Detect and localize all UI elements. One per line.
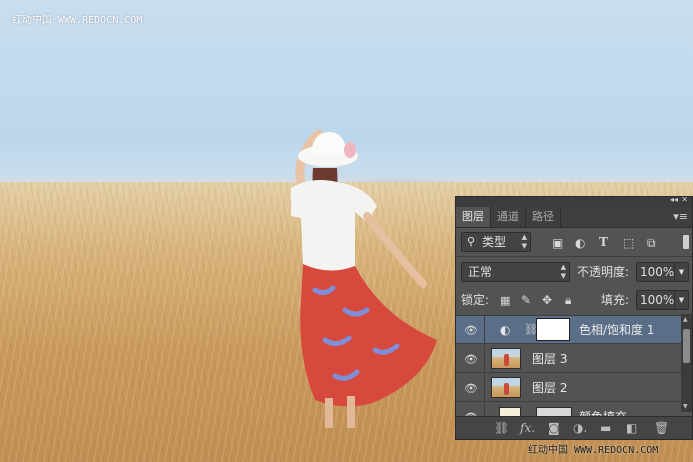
fill-field[interactable]: 100% ▼	[636, 290, 689, 310]
layers-scrollbar[interactable]: ▲ ▼	[681, 314, 692, 412]
fx-icon[interactable]: fx.	[520, 421, 535, 435]
layer-name: 图层 3	[532, 352, 568, 366]
eye-icon[interactable]: 👁︎	[464, 324, 478, 337]
panel-title-bar[interactable]: ◂◂ ✕	[456, 197, 692, 207]
watermark-top: 红动中国 WWW.REDOCN.COM	[12, 15, 143, 26]
mask-icon[interactable]: ◙	[548, 421, 560, 435]
lock-all-icon[interactable]: 🔒︎	[565, 293, 571, 307]
filter-row: ⚲ 类型 ▲ ▼ ▣ ◐ T ⬚ ⧉	[456, 228, 692, 256]
panel-tabs: 图层 通道 路径 ▾≡	[456, 207, 692, 228]
layer-thumbnail	[491, 377, 521, 398]
eye-icon[interactable]: 👁︎	[464, 382, 478, 395]
woman-figure	[291, 129, 437, 428]
chevron-down-icon[interactable]: ▼	[674, 291, 688, 309]
layers-panel: ◂◂ ✕ 图层 通道 路径 ▾≡ ⚲ 类型 ▲ ▼ ▣ ◐ T ⬚ ⧉ 正常 ▲ ▼…	[455, 196, 693, 440]
adjustment-icon[interactable]: ◑.	[573, 421, 587, 435]
fill-label: 填充:	[601, 293, 630, 307]
adjustment-layer-icon: ◐	[500, 323, 511, 337]
layer-name: 色相/饱和度 1	[579, 323, 655, 337]
select-arrows-icon: ▲ ▼	[560, 263, 566, 280]
search-icon: ⚲	[467, 235, 476, 248]
type-filter-icon[interactable]: T	[599, 235, 608, 249]
layer-thumbnail	[491, 348, 521, 369]
tab-channels[interactable]: 通道	[491, 207, 526, 227]
link-icon[interactable]: ⛓︎	[494, 421, 509, 435]
layers-list: 👁︎ ◐ ⛓︎ 色相/饱和度 1 👁︎ 图层 3 👁︎ 图层 2 👁︎ 颜色填充	[456, 316, 692, 431]
layer-row[interactable]: 👁︎ ◐ ⛓︎ 色相/饱和度 1	[456, 316, 692, 344]
scroll-down-icon[interactable]: ▼	[683, 403, 688, 410]
folder-icon[interactable]: ▬	[600, 421, 611, 435]
opacity-label: 不透明度:	[577, 265, 630, 279]
adjustment-filter-icon[interactable]: ◐	[575, 236, 585, 250]
panel-footer-toolbar: ⛓︎ fx. ◙ ◑. ▬ ◧ 🗑︎	[456, 416, 692, 439]
collapse-icon[interactable]: ◂◂	[670, 197, 678, 204]
smart-object-filter-icon[interactable]: ⧉	[647, 236, 656, 250]
select-arrows-icon: ▲ ▼	[521, 233, 527, 250]
eye-icon[interactable]: 👁︎	[464, 353, 478, 366]
opacity-field[interactable]: 100% ▼	[636, 262, 689, 282]
lock-row: 锁定: ▦ ✎ ✥ 🔒︎ 填充: 100% ▼	[456, 286, 692, 315]
tab-layers[interactable]: 图层	[456, 207, 491, 227]
fill-value: 100%	[640, 293, 675, 307]
blend-mode-select[interactable]: 正常 ▲ ▼	[461, 262, 570, 282]
layer-mask-thumbnail[interactable]	[536, 318, 570, 341]
filter-kind-select[interactable]: ⚲ 类型 ▲ ▼	[461, 232, 531, 252]
panel-menu-icon[interactable]: ▾≡	[673, 210, 688, 223]
opacity-value: 100%	[640, 265, 675, 279]
new-layer-icon[interactable]: ◧	[626, 421, 637, 435]
layer-row[interactable]: 👁︎ 图层 2	[456, 374, 692, 402]
layer-name: 图层 2	[532, 381, 568, 395]
close-icon[interactable]: ✕	[681, 197, 688, 204]
blend-mode-value: 正常	[468, 265, 493, 279]
filter-kind-value: 类型	[482, 235, 507, 249]
pixel-filter-icon[interactable]: ▣	[552, 236, 563, 250]
blend-row: 正常 ▲ ▼ 不透明度: 100% ▼	[456, 257, 692, 286]
trash-icon[interactable]: 🗑︎	[654, 421, 669, 435]
lock-image-icon[interactable]: ✎	[521, 293, 531, 307]
scroll-up-icon[interactable]: ▲	[683, 316, 688, 323]
layer-row[interactable]: 👁︎ 图层 3	[456, 345, 692, 373]
lock-label: 锁定:	[461, 293, 490, 307]
lock-transparent-icon[interactable]: ▦	[500, 294, 510, 308]
lock-position-icon[interactable]: ✥	[542, 293, 552, 307]
chevron-down-icon[interactable]: ▼	[674, 263, 688, 281]
shape-filter-icon[interactable]: ⬚	[623, 236, 634, 250]
tab-paths[interactable]: 路径	[526, 207, 561, 227]
scrollbar-thumb[interactable]	[683, 329, 690, 363]
watermark-bottom: 红动中国 WWW.REDOCN.COM	[528, 445, 659, 456]
filter-toggle-switch[interactable]	[683, 235, 689, 249]
